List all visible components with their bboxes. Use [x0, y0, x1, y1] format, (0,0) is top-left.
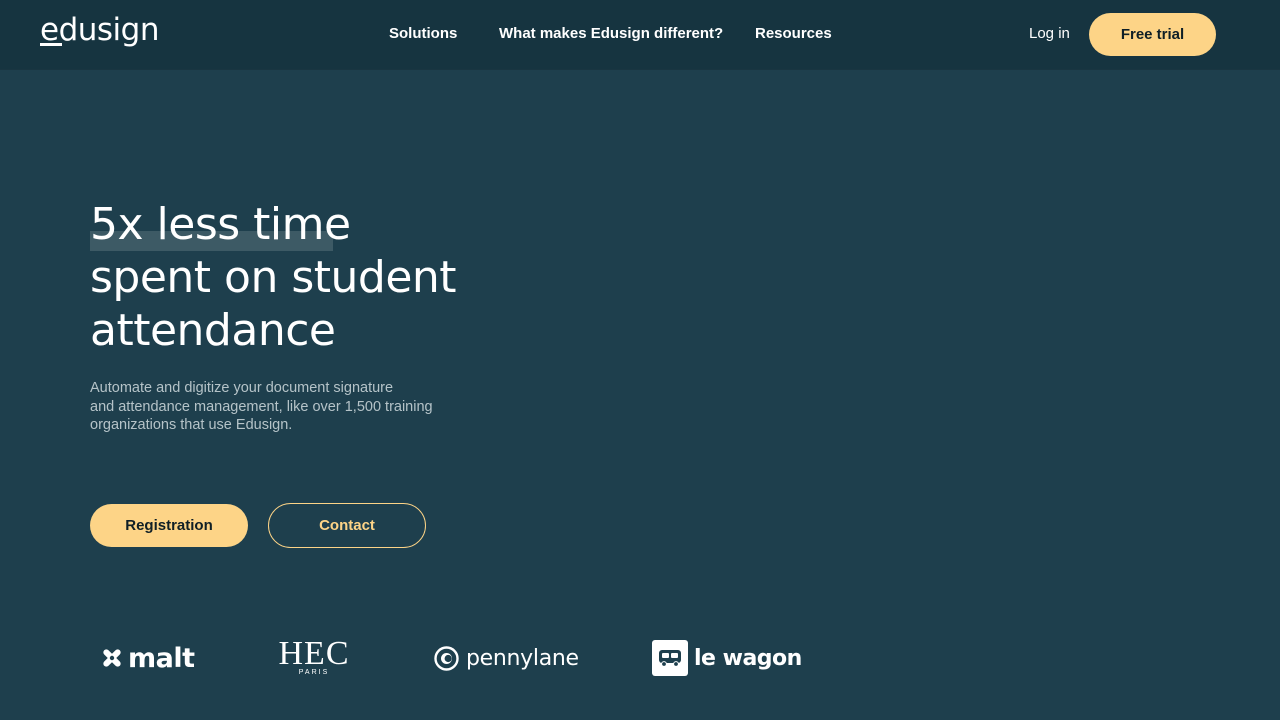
hero-title-line: 5x less time: [90, 199, 351, 250]
malt-logo-text: malt: [128, 642, 195, 674]
pennylane-logo-text: pennylane: [466, 645, 579, 671]
contact-button[interactable]: Contact: [268, 503, 426, 548]
hec-logo-text: HEC: [278, 635, 350, 672]
nav-solutions-link[interactable]: Solutions: [389, 25, 457, 43]
hero-subtitle-line: organizations that use Edusign.: [90, 417, 293, 433]
hero-title-line: attendance: [90, 305, 336, 356]
malt-logo: malt: [100, 640, 195, 676]
le-wagon-logo-text: le wagon: [694, 645, 802, 671]
wagon-icon: [652, 640, 688, 676]
logo-underline: [40, 43, 62, 46]
pennylane-logo: pennylane: [434, 643, 579, 673]
hec-logo-subtext: PARIS: [298, 669, 330, 676]
registration-button[interactable]: Registration: [90, 504, 248, 547]
hec-paris-logo: HEC PARIS: [273, 635, 355, 678]
nav-resources-link[interactable]: Resources: [755, 25, 832, 43]
page: edusign Solutions What makes Edusign dif…: [0, 0, 1280, 720]
top-navigation: edusign Solutions What makes Edusign dif…: [0, 0, 1280, 69]
hero-subtitle-line: and attendance management, like over 1,5…: [90, 398, 433, 415]
hero-subtitle: Automate and digitize your document sign…: [90, 379, 450, 435]
malt-mark-icon: [103, 649, 121, 667]
login-link[interactable]: Log in: [1029, 25, 1070, 43]
hero-subtitle-line: Automate and digitize your document sign…: [90, 380, 394, 396]
free-trial-button[interactable]: Free trial: [1089, 13, 1216, 56]
pennylane-mark-icon: [434, 645, 459, 671]
hero-title: 5x less time spent on student attendance: [90, 198, 457, 357]
hero-title-line: spent on student: [90, 252, 457, 303]
le-wagon-logo: le wagon: [652, 640, 802, 676]
nav-different-link[interactable]: What makes Edusign different?: [499, 25, 723, 43]
